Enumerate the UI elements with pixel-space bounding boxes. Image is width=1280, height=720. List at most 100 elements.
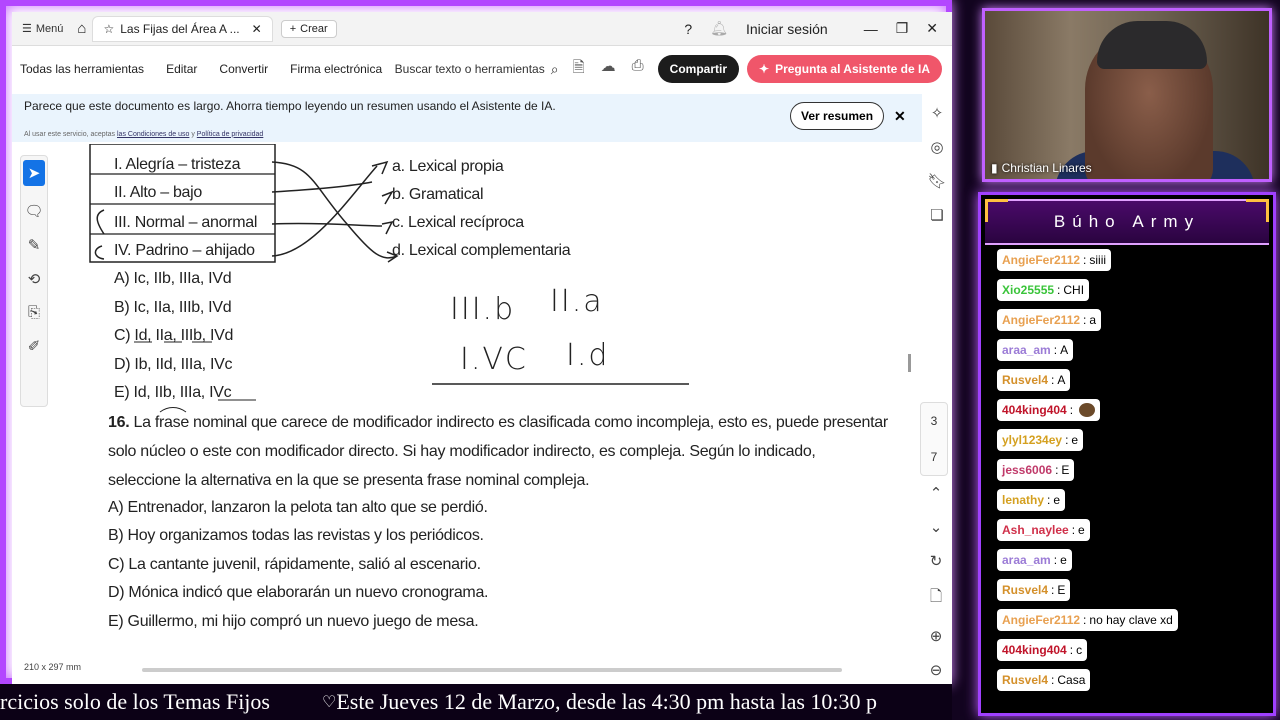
chat-text: siiii	[1089, 253, 1107, 267]
search-icon: ⌕	[550, 60, 559, 77]
bookmark-icon[interactable]: 🔖︎	[927, 172, 946, 190]
page-indicator[interactable]: 3 7	[920, 402, 948, 476]
chat-username[interactable]: AngieFer2112	[1002, 253, 1080, 267]
chat-message: jess6006 : E	[997, 459, 1178, 489]
pair-item-1: I. Alegría – tristeza	[114, 156, 241, 173]
banner-close-icon[interactable]: ✕	[894, 108, 906, 125]
chat-text: CHI	[1063, 283, 1085, 297]
pdf-page: I. Alegría – tristeza II. Alto – bajo II…	[52, 144, 914, 664]
chat-username[interactable]: araa_am	[1002, 553, 1051, 567]
save-icon[interactable]: 🗎︎	[573, 57, 585, 82]
comment-icon[interactable]: 🗨︎	[24, 202, 43, 220]
q15-option-c: C) Id, IIa, IIIb, IVd	[114, 327, 234, 344]
chat-username[interactable]: 404king404	[1002, 643, 1067, 657]
chat-message-bubble: Rusvel4 : A	[997, 369, 1071, 391]
tool-sign[interactable]: Firma electrónica	[290, 62, 382, 76]
chat-text: e	[1078, 523, 1085, 537]
q15-option-a: A) Ic, IIb, IIIa, IVd	[114, 270, 232, 287]
stream-frame: ☰ Menú ⌂ ☆ Las Fijas del Área A ... ✕ + …	[0, 0, 952, 684]
relation-c: c. Lexical recíproca	[392, 214, 524, 231]
tool-edit[interactable]: Editar	[166, 62, 197, 76]
zoom-in-icon[interactable]: ⊕	[930, 627, 943, 645]
chat-username[interactable]: Rusvel4	[1002, 673, 1048, 687]
chat-separator: :	[1051, 673, 1055, 687]
document-tab[interactable]: ☆ Las Fijas del Área A ... ✕	[92, 15, 273, 42]
summary-banner: Parece que este documento es largo. Ahor…	[12, 94, 922, 142]
chat-username[interactable]: Rusvel4	[1002, 583, 1048, 597]
zoom-out-icon[interactable]: ⊖	[930, 661, 943, 679]
webcam-hair	[1097, 21, 1207, 69]
chat-text: E	[1057, 583, 1066, 597]
chat-separator: :	[1071, 523, 1076, 537]
ticker-text-2: Este Jueves 12 de Marzo, desde las 4:30 …	[336, 689, 878, 714]
print-icon[interactable]: ⎙	[632, 57, 644, 82]
chat-username[interactable]: araa_am	[1002, 343, 1051, 357]
chevron-down-icon[interactable]: ⌄	[930, 518, 943, 536]
text-select-icon[interactable]: ⎘	[28, 304, 40, 321]
bell-icon[interactable]: 🔔︎	[710, 20, 728, 37]
q15-option-b: B) Ic, IIa, IIIb, IVd	[114, 299, 232, 316]
chat-username[interactable]: ylyl1234ey	[1002, 433, 1062, 447]
star-icon[interactable]: ☆	[103, 22, 114, 36]
q15-option-d: D) Ib, IId, IIIa, IVc	[114, 356, 233, 373]
close-tab-icon[interactable]: ✕	[252, 22, 262, 36]
search-box[interactable]: Buscar texto o herramientas ⌕	[395, 61, 559, 78]
chevron-up-icon[interactable]: ⌃	[930, 484, 943, 502]
chat-message: lenathy : e	[997, 489, 1178, 519]
restore-icon[interactable]: ❐	[896, 20, 909, 37]
chat-message: araa_am : e	[997, 549, 1178, 579]
chat-username[interactable]: jess6006	[1002, 463, 1052, 477]
chat-username[interactable]: lenathy	[1002, 493, 1044, 507]
terms-link[interactable]: las Condiciones de uso	[117, 131, 189, 138]
horizontal-scrollbar[interactable]	[142, 668, 842, 672]
page-size: 210 x 297 mm	[24, 662, 82, 672]
vertical-scrollbar[interactable]	[908, 354, 911, 372]
chat-message-bubble: AngieFer2112 : siiii	[997, 249, 1112, 271]
chat-message-bubble: ylyl1234ey : e	[997, 429, 1084, 451]
privacy-link[interactable]: Política de privacidad	[197, 131, 264, 138]
ai-sidebar-icon[interactable]: ✧	[931, 104, 944, 122]
menu-button[interactable]: ☰ Menú	[12, 22, 73, 36]
chat-username[interactable]: AngieFer2112	[1002, 313, 1080, 327]
chat-text: e	[1053, 493, 1061, 507]
home-icon[interactable]: ⌂	[77, 20, 86, 37]
chat-username[interactable]: Rusvel4	[1002, 373, 1048, 387]
signin-button[interactable]: Iniciar sesión	[746, 21, 828, 37]
stamp-icon[interactable]: ✐	[28, 337, 41, 355]
chat-text: Casa	[1057, 673, 1086, 687]
chat-separator: :	[1069, 403, 1074, 417]
chat-message: Xio25555 : CHI	[997, 279, 1178, 309]
chat-separator: :	[1083, 253, 1087, 267]
select-cursor-icon[interactable]: ➤	[23, 160, 45, 186]
upload-cloud-icon[interactable]: ☁︎	[601, 57, 616, 82]
comments-panel-icon[interactable]: ◎	[930, 138, 943, 156]
q16-option-e: E) Guillermo, mi hijo compró un nuevo ju…	[108, 612, 479, 630]
chat-username[interactable]: AngieFer2112	[1002, 613, 1080, 627]
view-summary-button[interactable]: Ver resumen	[790, 102, 885, 130]
minimize-icon[interactable]: —	[864, 21, 878, 37]
tool-all[interactable]: Todas las herramientas	[20, 62, 144, 76]
file-icon[interactable]: 🗋︎	[930, 586, 942, 611]
page-total: 7	[930, 450, 938, 464]
chat-username[interactable]: Xio25555	[1002, 283, 1054, 297]
lasso-icon[interactable]: ⟲	[28, 270, 41, 288]
handwritten-note-3: I.VC	[460, 342, 528, 377]
chat-username[interactable]: 404king404	[1002, 403, 1067, 417]
pen-icon[interactable]: ✎	[28, 236, 41, 254]
refresh-icon[interactable]: ↻	[930, 552, 943, 570]
ai-assistant-button[interactable]: ✦ Pregunta al Asistente de IA	[747, 55, 942, 83]
chat-separator: :	[1065, 433, 1069, 447]
chat-message: 404king404 : c	[997, 639, 1178, 669]
share-button[interactable]: Compartir	[657, 55, 739, 83]
question-text: La frase nominal que carece de modificad…	[108, 414, 888, 489]
new-tab-button[interactable]: + Crear	[280, 19, 337, 38]
chat-messages: AngieFer2112 : siiii Xio25555 : CHI AngieF…	[997, 249, 1178, 699]
title-bar: ☰ Menú ⌂ ☆ Las Fijas del Área A ... ✕ + …	[12, 12, 952, 46]
chat-username[interactable]: Ash_naylee	[1002, 523, 1069, 537]
chat-separator: :	[1057, 283, 1061, 297]
help-icon[interactable]: ?	[684, 21, 692, 37]
pages-icon[interactable]: ❏	[930, 206, 943, 224]
tool-convert[interactable]: Convertir	[219, 62, 268, 76]
relation-d: d. Lexical complementaria	[392, 242, 571, 259]
close-window-icon[interactable]: ✕	[926, 20, 938, 37]
